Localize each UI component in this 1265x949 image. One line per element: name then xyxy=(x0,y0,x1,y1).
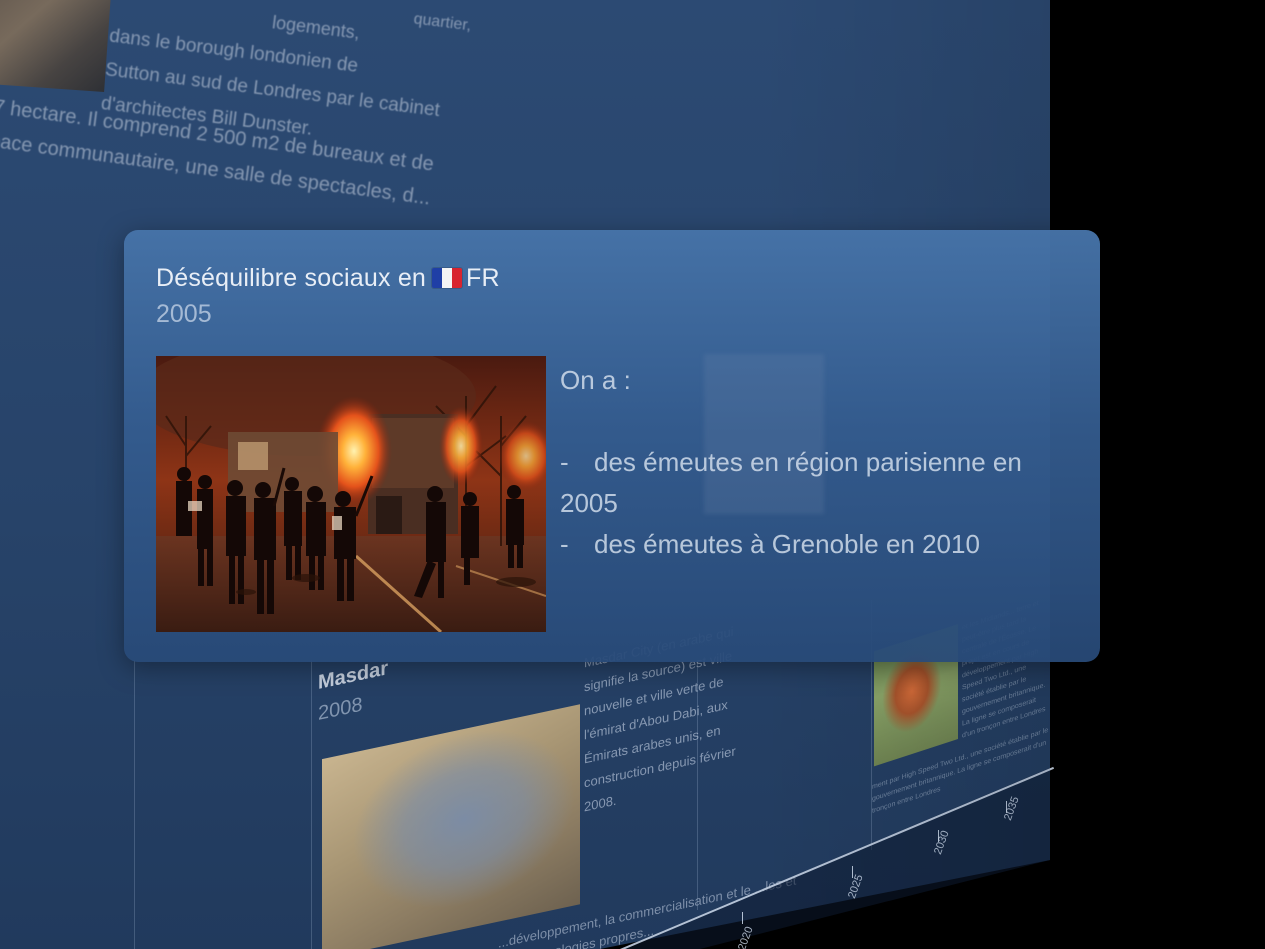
background-thumbnail xyxy=(0,0,112,92)
event-description-item-text: des émeutes en région parisienne en 2005 xyxy=(560,447,1022,518)
event-description-intro: On a : xyxy=(560,365,631,395)
event-year: 2005 xyxy=(156,300,212,328)
timeline-guide-line xyxy=(311,660,312,949)
bullet-dash: - xyxy=(560,447,569,477)
riot-photo-illustration xyxy=(156,356,546,632)
event-description-item: - des émeutes en région parisienne en 200… xyxy=(560,442,1080,524)
event-description-item-text: des émeutes à Grenoble en 2010 xyxy=(594,529,980,559)
riot-photo[interactable] xyxy=(156,356,546,632)
event-title-text: Déséquilibre sociaux en xyxy=(156,264,427,292)
timeline-guide-line xyxy=(134,660,135,949)
france-flag-icon xyxy=(432,268,463,288)
event-country-code: FR xyxy=(466,264,500,292)
event-title: Déséquilibre sociaux en FR xyxy=(156,264,500,293)
event-description-item: - des émeutes à Grenoble en 2010 xyxy=(560,524,1080,565)
bullet-dash: - xyxy=(560,529,569,559)
axis-tick-label: 2020 xyxy=(736,924,756,949)
timeline-stage: quartier, logements, dans le borough lon… xyxy=(0,0,1265,949)
event-description: On a : - des émeutes en région parisienne… xyxy=(560,360,1080,565)
event-card-desequilibre[interactable]: Déséquilibre sociaux en FR 2005 On a: -… xyxy=(124,230,1100,662)
